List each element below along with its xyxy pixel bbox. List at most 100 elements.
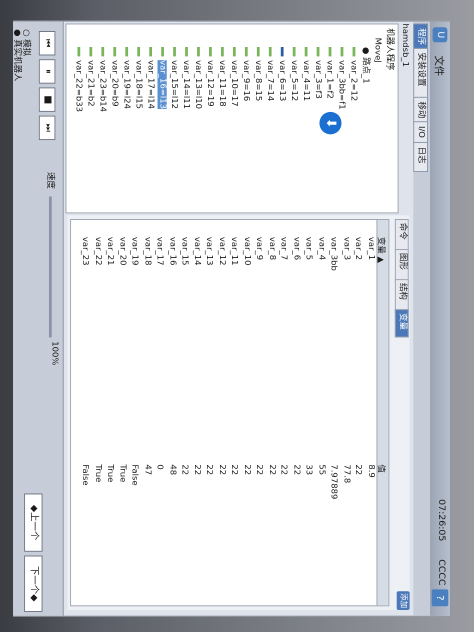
variable-name: var_10	[242, 236, 252, 266]
sub-tabs: 命令 图形 结构 变量	[394, 215, 410, 610]
tab-install[interactable]: 安装设置	[413, 47, 428, 103]
teach-pendant-screen: U 文件 07:26:05 CCCC ? 程序 安装设置 移动 I/O 日志 h…	[12, 20, 452, 617]
help-button[interactable]: ?	[431, 589, 449, 607]
tree-item[interactable]: var_18=l15	[133, 47, 143, 109]
tree-item-label: var_17=l14	[145, 60, 155, 110]
variable-name: var_21	[105, 236, 115, 266]
tree-item-label: var_13=l10	[193, 60, 203, 110]
table-row[interactable]: var_15 22	[180, 220, 189, 605]
table-row[interactable]: var_22 True	[93, 220, 102, 605]
tree-item[interactable]: var_15=l12	[169, 47, 179, 109]
assignment-icon	[197, 47, 200, 57]
table-row[interactable]: var_3bb 7.97889	[329, 220, 339, 605]
tree-item-label: var_3=f3	[313, 60, 323, 99]
tree-item[interactable]: var_17=l14	[145, 47, 155, 109]
variable-name: var_3	[341, 236, 351, 261]
variable-value: 7.97889	[329, 464, 339, 500]
table-row[interactable]: var_1 8.9	[366, 220, 375, 605]
variable-name: var_23	[80, 236, 90, 266]
file-menu[interactable]: 文件	[432, 55, 447, 76]
table-row[interactable]: var_16 48	[167, 220, 177, 605]
variables-table: 变量 ▲ 值 var_1 8.9 var_2 22 var_3 77.8 var_3bb 7.…	[70, 219, 390, 607]
tree-item-label: var_10=17	[229, 60, 239, 107]
table-row[interactable]: var_5 33	[304, 220, 314, 605]
tree-item[interactable]: var_22=b33	[73, 47, 83, 112]
next-button[interactable]: 下一个◆	[24, 555, 43, 612]
assignment-icon	[161, 47, 164, 57]
stop-button[interactable]: ■	[38, 87, 56, 112]
table-row[interactable]: var_17 0	[155, 220, 164, 605]
tree-item[interactable]: var_20=b9	[109, 47, 119, 107]
header-variable[interactable]: 变量 ▲	[376, 237, 388, 263]
assignment-icon	[209, 47, 212, 57]
variable-name: var_16	[167, 236, 177, 266]
table-row[interactable]: var_20 True	[117, 220, 128, 605]
right-panel: 命令 图形 结构 变量 变量 ▲ 值 var_1 8.9 var_2 22 var_3 7…	[67, 215, 410, 611]
table-row[interactable]: var_6 22	[291, 220, 301, 605]
table-row[interactable]: var_4 55	[316, 220, 326, 605]
tree-item[interactable]: var_11=18	[217, 47, 227, 107]
tree-item[interactable]: var_21=b2	[85, 47, 95, 107]
tree-item[interactable]: var_13=l10	[193, 47, 203, 109]
tree-item[interactable]: var_4=11	[301, 47, 310, 101]
table-row[interactable]: var_9 22	[254, 220, 264, 605]
table-row[interactable]: var_21 True	[105, 220, 115, 605]
skip-forward-button[interactable]: ⏭	[38, 115, 56, 141]
table-row[interactable]: var_2 22	[354, 220, 363, 605]
tree-item[interactable]: var_10=17	[229, 47, 239, 107]
tree-item[interactable]: var_14=l11	[181, 47, 191, 109]
tree-item[interactable]: ● 路点_1	[360, 47, 370, 84]
table-row[interactable]: var_11 22	[229, 220, 239, 605]
tree-item[interactable]: var_16=l13	[157, 47, 167, 110]
tab-log[interactable]: 日志	[413, 141, 428, 173]
speed-slider[interactable]	[48, 196, 52, 338]
tree-item-label: var_23=b14	[97, 60, 107, 113]
tree-item[interactable]: MoveJ	[372, 38, 382, 63]
tree-item[interactable]: var_1=f2	[325, 47, 334, 99]
real-robot-toggle[interactable]: ● 真实机器人	[12, 29, 24, 81]
variable-value: True	[117, 464, 128, 483]
table-row[interactable]: var_8 22	[267, 220, 276, 605]
tree-item-label: var_8=15	[253, 60, 263, 102]
tree-item[interactable]: var_9=16	[241, 47, 250, 101]
table-row[interactable]: var_10 22	[242, 220, 252, 605]
tree-item[interactable]: 机器人程序	[384, 28, 394, 70]
tree-item[interactable]: var_8=15	[253, 47, 263, 102]
table-row[interactable]: var_3 77.8	[341, 220, 351, 605]
tree-item[interactable]: var_19=l24	[121, 47, 131, 109]
tree-item[interactable]: var_3=f3	[313, 47, 323, 99]
tab-structure[interactable]: 结构	[394, 279, 409, 314]
table-row[interactable]: var_23 False	[80, 220, 90, 605]
tab-command[interactable]: 命令	[394, 219, 409, 253]
program-tree: 机器人程序 MoveJ ● 路点_1 var_2=12 var_3bb=f1 var_1=…	[65, 23, 399, 214]
tree-item[interactable]: var_12=19	[205, 47, 215, 107]
variable-name: var_5	[304, 236, 314, 261]
tree-item[interactable]: var_7=14	[265, 47, 274, 101]
table-row[interactable]: var_14 22	[192, 220, 202, 605]
add-button[interactable]: 添加	[396, 591, 410, 611]
arrow-down-icon[interactable]: ⬇	[319, 111, 342, 135]
tree-item[interactable]: var_5=12	[289, 47, 298, 101]
table-row[interactable]: var_12 22	[217, 220, 226, 605]
tree-item[interactable]: var_2=12	[348, 47, 358, 101]
table-header: 变量 ▲ 值	[376, 219, 389, 606]
tree-item[interactable]: var_6=13	[277, 47, 286, 101]
tab-variables[interactable]: 变量	[394, 309, 409, 338]
previous-button[interactable]: ◆上一个	[24, 493, 43, 552]
photo-background: U 文件 07:26:05 CCCC ? 程序 安装设置 移动 I/O 日志 h…	[0, 0, 474, 632]
variable-name: var_14	[192, 236, 202, 266]
table-row[interactable]: var_19 False	[130, 220, 139, 605]
tree-item-label: var_14=l11	[181, 60, 191, 110]
pause-button[interactable]: ⏸	[38, 59, 56, 84]
table-row[interactable]: var_7 22	[279, 220, 288, 605]
table-row[interactable]: var_13 22	[205, 220, 214, 605]
skip-back-button[interactable]: ⏮	[38, 31, 56, 56]
table-row[interactable]: var_18 47	[142, 220, 152, 605]
variable-value: False	[80, 464, 90, 486]
tree-item-label: var_20=b9	[109, 60, 119, 107]
tree-item[interactable]: var_23=b14	[97, 47, 107, 112]
assignment-icon	[304, 47, 308, 57]
tree-item[interactable]: var_3bb=f1	[336, 47, 346, 110]
variable-value: True	[105, 464, 115, 483]
tab-graphics[interactable]: 图形	[394, 249, 409, 283]
